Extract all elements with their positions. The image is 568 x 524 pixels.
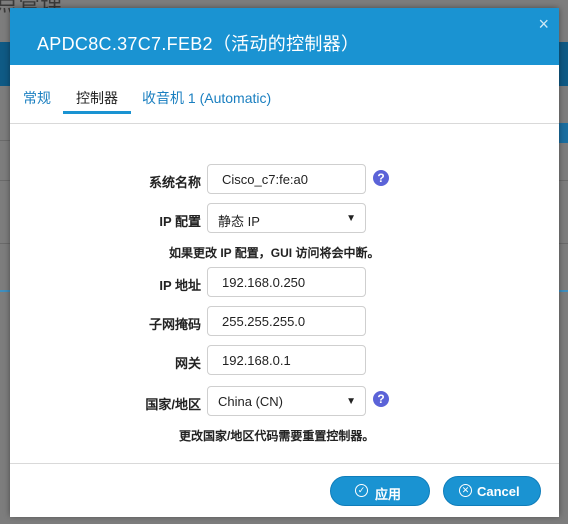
dialog-title: APDC8C.37C7.FEB2（活动的控制器） [37, 34, 360, 54]
close-icon[interactable]: × [538, 14, 549, 35]
gateway-input[interactable]: 192.168.0.1 [207, 345, 366, 375]
controller-dialog: APDC8C.37C7.FEB2（活动的控制器） × 常规 控制器 收音机 1 … [10, 8, 559, 517]
active-tab-indicator [63, 111, 131, 114]
country-warning: 更改国家/地区代码需要重置控制器。 [179, 429, 375, 443]
dialog-footer: ✓ 应用 ✕ Cancel [10, 463, 559, 517]
tab-radio-1[interactable]: 收音机 1 (Automatic) [142, 88, 271, 108]
ip-config-select[interactable]: 静态 IP ▼ [207, 203, 366, 233]
close-circle-icon: ✕ [459, 484, 472, 497]
system-name-label: 系统名称 [148, 175, 201, 190]
dialog-header: APDC8C.37C7.FEB2（活动的控制器） × [10, 8, 559, 65]
cancel-button[interactable]: ✕ Cancel [443, 476, 541, 506]
chevron-down-icon: ▼ [346, 213, 356, 224]
country-select[interactable]: China (CN) ▼ [207, 386, 366, 416]
subnet-mask-label: 子网掩码 [148, 317, 201, 332]
ip-address-input[interactable]: 192.168.0.250 [207, 267, 366, 297]
gateway-label: 网关 [174, 356, 201, 371]
country-value: China (CN) [218, 394, 284, 409]
ip-config-value: 静态 IP [218, 214, 260, 229]
system-name-help-icon[interactable]: ? [373, 170, 389, 186]
tab-general[interactable]: 常规 [23, 88, 51, 108]
apply-label: 应用 [375, 487, 402, 502]
system-name-input[interactable]: Cisco_c7:fe:a0 [207, 164, 366, 194]
cancel-label: Cancel [477, 484, 520, 499]
ip-config-warning: 如果更改 IP 配置，GUI 访问将会中断。 [169, 246, 380, 260]
check-circle-icon: ✓ [355, 484, 368, 497]
tab-controller[interactable]: 控制器 [76, 88, 118, 108]
apply-button[interactable]: ✓ 应用 [330, 476, 430, 506]
tab-bar: 常规 控制器 收音机 1 (Automatic) [10, 65, 559, 124]
subnet-mask-input[interactable]: 255.255.255.0 [207, 306, 366, 336]
chevron-down-icon: ▼ [346, 396, 356, 407]
country-help-icon[interactable]: ? [373, 391, 389, 407]
country-label: 国家/地区 [145, 397, 201, 412]
ip-config-label: IP 配置 [159, 214, 201, 229]
ip-address-label: IP 地址 [159, 278, 201, 293]
